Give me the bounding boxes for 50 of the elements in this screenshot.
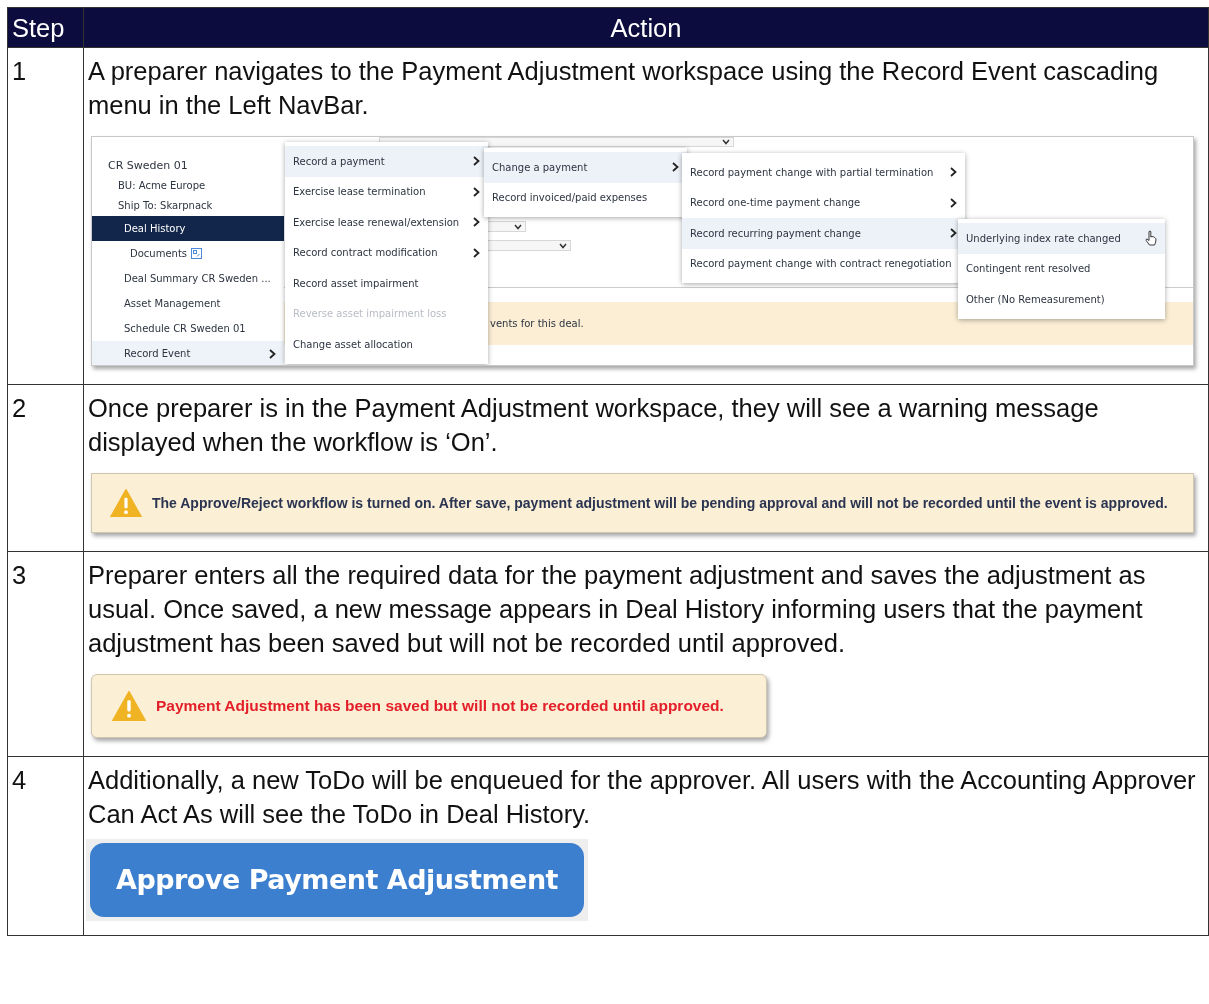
chevron-right-icon (473, 217, 480, 228)
menu-item[interactable]: Other (No Remeasurement) (958, 284, 1165, 315)
step-number: 4 (12, 766, 27, 794)
approve-button[interactable]: Approve Payment Adjustment (90, 843, 584, 917)
column-header: Step (7, 7, 84, 48)
column-header: Action (83, 7, 1209, 48)
menu-item[interactable]: Record recurring payment change (682, 218, 965, 249)
warning-icon (112, 690, 146, 722)
chevron-right-icon (473, 186, 480, 197)
chevron-right-icon (950, 197, 957, 208)
step-description: A preparer navigates to the Payment Adjustment workspace using the Record Event cascading menu in the Left NavBar. (88, 56, 1160, 121)
step-number: 3 (12, 561, 27, 589)
sidebar-item[interactable]: Deal History (92, 216, 284, 241)
banner-text: The Approve/Reject workflow is turned on. After save, payment adjustment will be pending approval and will not be recorded until the event is approved. (152, 495, 1168, 511)
chevron-down-icon (722, 139, 730, 145)
deal-info-text: BU: Acme Europe (117, 179, 207, 193)
menu-item[interactable]: Record asset impairment (285, 268, 488, 299)
menu-item[interactable]: Exercise lease renewal/extension (285, 207, 488, 238)
sidebar-item[interactable]: Documents (92, 241, 284, 266)
chevron-right-icon (269, 348, 276, 359)
deal-title: CR Sweden 01 (107, 159, 188, 172)
sidebar-item[interactable]: Record Event (92, 341, 284, 365)
hand-cursor-icon (1145, 230, 1157, 247)
chevron-right-icon (950, 167, 957, 178)
window-icon (191, 248, 203, 259)
sidebar-item[interactable]: Asset Management (92, 291, 284, 316)
menu-item[interactable]: Record a payment (285, 146, 488, 177)
menu-item[interactable]: Change a payment (484, 152, 687, 183)
chevron-right-icon (473, 156, 480, 167)
menu-item[interactable]: Contingent rent resolved (958, 253, 1165, 284)
warning-icon (110, 488, 142, 518)
step-description: Additionally, a new ToDo will be enqueued for the approver. All users with the Accounting Approver Can Act As will see the ToDo in Deal History. (88, 765, 1197, 830)
chevron-right-icon (950, 228, 957, 239)
deal-info-text: Ship To: Skarpnack (117, 199, 214, 213)
chevron-down-icon (514, 223, 522, 230)
menu-item[interactable]: Record contract modification (285, 237, 488, 268)
menu-item[interactable]: Underlying index rate changed (958, 223, 1165, 254)
menu-item[interactable]: Record one-time payment change (682, 187, 965, 218)
step-description: Preparer enters all the required data for the payment adjustment and saves the adjustment as usual. Once saved, a new message appears in Deal History informing users that the payment adjustment has been saved but will not be recorded until approved. (88, 560, 1147, 659)
step-number: 1 (12, 57, 27, 85)
menu-item[interactable]: Change asset allocation (285, 329, 488, 360)
sidebar-item[interactable]: Deal Summary CR Sweden ... (92, 266, 284, 291)
chevron-right-icon (473, 247, 480, 258)
chevron-right-icon (672, 162, 679, 173)
chevron-down-icon (559, 242, 567, 249)
banner-text: vents for this deal. (490, 318, 584, 329)
sidebar-item[interactable]: Schedule CR Sweden 01 (92, 316, 284, 341)
step-number: 2 (12, 394, 27, 422)
step-description: Once preparer is in the Payment Adjustment workspace, they will see a warning message displayed when the workflow is ‘On’. (88, 393, 1100, 458)
banner-text: Payment Adjustment has been saved but will not be recorded until approved. (156, 697, 724, 715)
